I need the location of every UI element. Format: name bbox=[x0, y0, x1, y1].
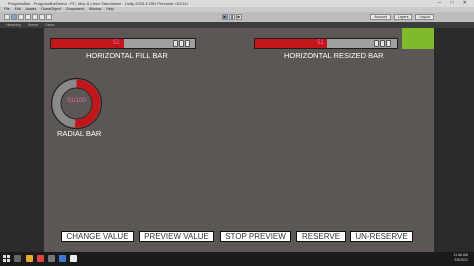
game-view[interactable] bbox=[44, 28, 434, 252]
bar-segment-tick bbox=[386, 40, 391, 47]
play-controls: ▶ ❚ ▶ bbox=[222, 14, 242, 20]
horizontal-resized-bar-value: 51 bbox=[317, 40, 324, 46]
transform-tools bbox=[4, 14, 52, 20]
app-icon[interactable] bbox=[59, 255, 66, 262]
rect-tool-icon[interactable] bbox=[32, 14, 38, 20]
pause-icon[interactable]: ❚ bbox=[229, 14, 235, 20]
move-tool-icon[interactable] bbox=[11, 14, 17, 20]
horizontal-fill-bar-label: HORIZONTAL FILL BAR bbox=[86, 51, 168, 60]
window-title-bar: ProgressBar - ProgressBarDemo - PC, Mac … bbox=[0, 0, 474, 7]
app-icon[interactable] bbox=[48, 255, 55, 262]
transform-tool-icon[interactable] bbox=[39, 14, 45, 20]
preview-value-button[interactable]: PREVIEW VALUE bbox=[139, 231, 214, 242]
hand-tool-icon[interactable] bbox=[4, 14, 10, 20]
account-dropdown[interactable]: Account bbox=[370, 14, 391, 20]
bar-segment-tick bbox=[179, 40, 184, 47]
window-controls[interactable]: – □ ✕ bbox=[438, 0, 471, 7]
menu-file[interactable]: File bbox=[4, 7, 10, 11]
menu-component[interactable]: Component bbox=[66, 7, 84, 11]
menu-edit[interactable]: Edit bbox=[15, 7, 21, 11]
window-title: ProgressBar - ProgressBarDemo - PC, Mac … bbox=[8, 1, 189, 6]
horizontal-resized-bar: 51 bbox=[254, 38, 398, 49]
editor-toolbar: ▶ ❚ ▶ Account Layers Layout bbox=[0, 12, 474, 22]
layout-dropdown[interactable]: Layout bbox=[415, 14, 434, 20]
hierarchy-panel bbox=[0, 28, 44, 252]
horizontal-fill-bar-value: 51 bbox=[113, 40, 120, 46]
toolbar-right: Account Layers Layout bbox=[370, 14, 434, 20]
clock-date: 2/9/2021 bbox=[454, 258, 468, 262]
os-taskbar: 11:46 AM 2/9/2021 bbox=[0, 252, 474, 266]
taskbar-clock[interactable]: 11:46 AM 2/9/2021 bbox=[453, 253, 468, 263]
bar-segment-tick bbox=[185, 40, 190, 47]
green-overlay-panel bbox=[402, 28, 434, 49]
change-value-button[interactable]: CHANGE VALUE bbox=[61, 231, 134, 242]
bar-segment-tick bbox=[380, 40, 385, 47]
layers-dropdown[interactable]: Layers bbox=[393, 14, 413, 20]
unity-icon[interactable] bbox=[70, 255, 77, 262]
scale-tool-icon[interactable] bbox=[25, 14, 31, 20]
custom-tool-icon[interactable] bbox=[46, 14, 52, 20]
menu-gameobject[interactable]: GameObject bbox=[41, 7, 61, 11]
unreserve-button[interactable]: UN-RESERVE bbox=[350, 231, 413, 242]
tab-hierarchy[interactable]: Hierarchy bbox=[6, 23, 21, 27]
file-explorer-icon[interactable] bbox=[26, 255, 33, 262]
menu-window[interactable]: Window bbox=[89, 7, 101, 11]
radial-bar: 51/100 bbox=[50, 77, 103, 130]
windows-start-icon[interactable] bbox=[3, 255, 10, 262]
browser-icon[interactable] bbox=[37, 255, 44, 262]
bar-segment-tick bbox=[374, 40, 379, 47]
radial-bar-label: RADIAL BAR bbox=[57, 129, 102, 138]
radial-bar-value: 51/100 bbox=[67, 98, 86, 104]
tab-scene[interactable]: Scene bbox=[28, 23, 38, 27]
stop-preview-button[interactable]: STOP PREVIEW bbox=[220, 231, 291, 242]
horizontal-fill-bar: 51 bbox=[50, 38, 196, 49]
inspector-panel bbox=[434, 28, 474, 252]
bar-segment-tick bbox=[173, 40, 178, 47]
play-icon[interactable]: ▶ bbox=[222, 14, 228, 20]
search-icon[interactable] bbox=[14, 255, 21, 262]
menu-assets[interactable]: Assets bbox=[26, 7, 37, 11]
reserve-button[interactable]: RESERVE bbox=[296, 231, 346, 242]
step-icon[interactable]: ▶ bbox=[236, 14, 242, 20]
menu-help[interactable]: Help bbox=[106, 7, 113, 11]
tab-game[interactable]: Game bbox=[45, 23, 55, 27]
rotate-tool-icon[interactable] bbox=[18, 14, 24, 20]
horizontal-resized-bar-label: HORIZONTAL RESIZED BAR bbox=[284, 51, 384, 60]
